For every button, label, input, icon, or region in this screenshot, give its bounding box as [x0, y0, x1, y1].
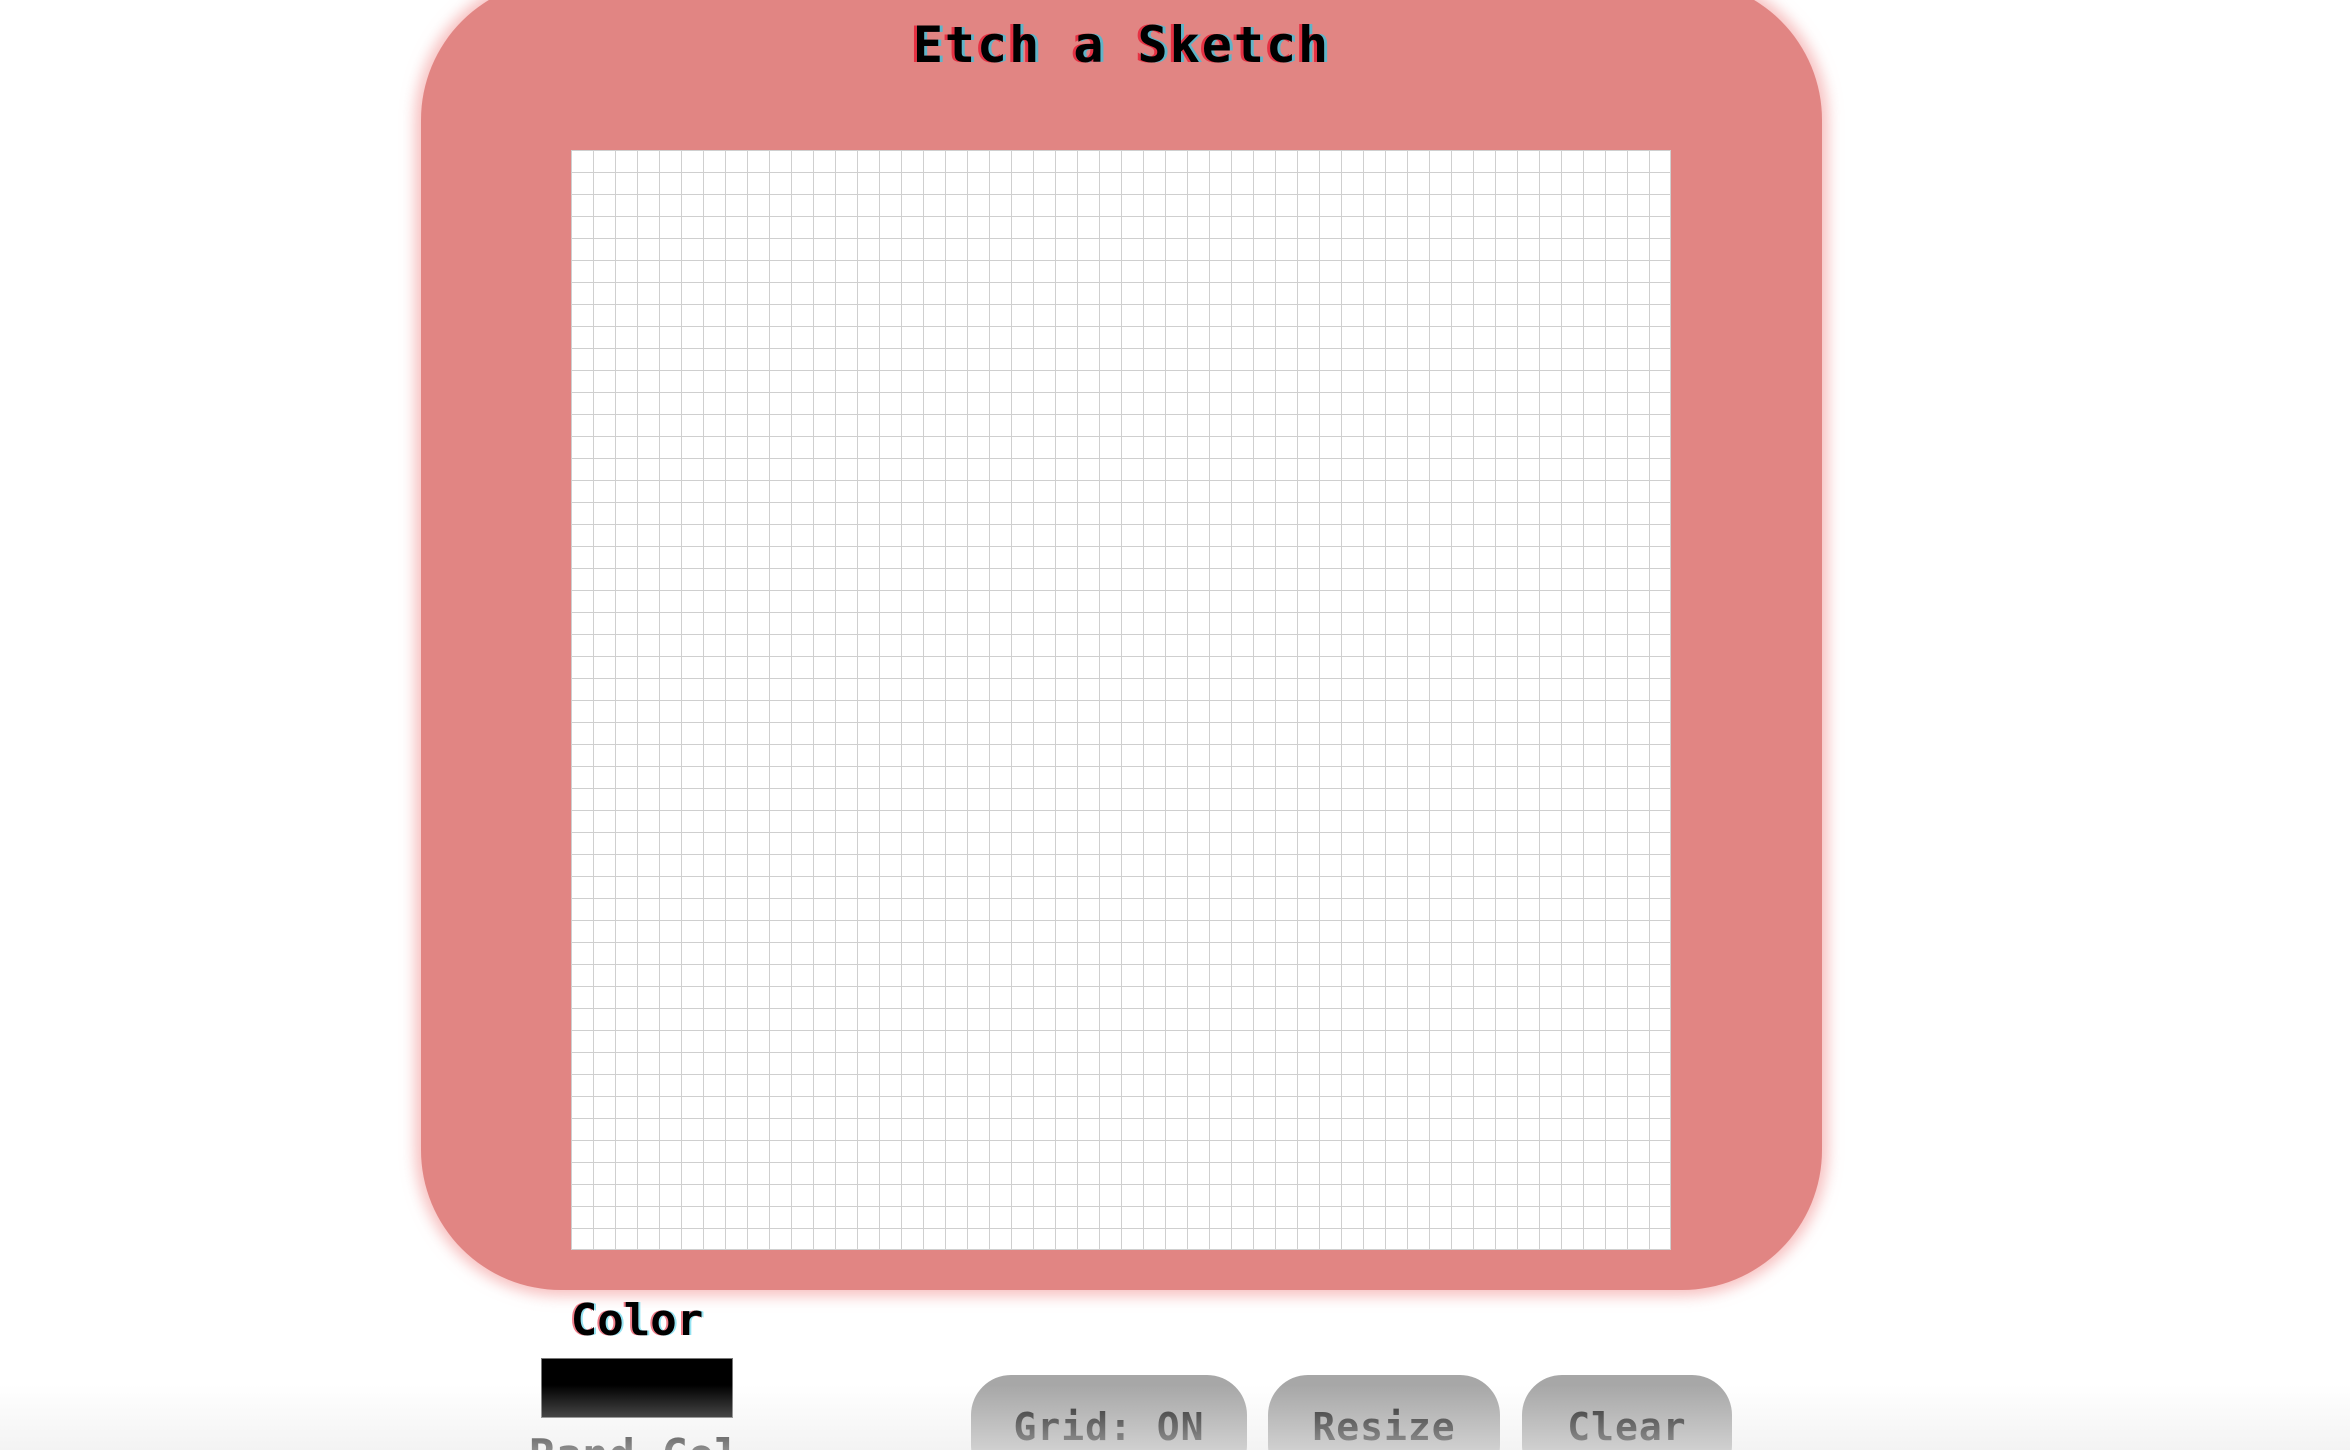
- drawing-grid[interactable]: [571, 150, 1671, 1250]
- resize-button[interactable]: Resize: [1268, 1375, 1500, 1450]
- page: Etch a Sketch Color Rand Col Grid: ON Re…: [0, 0, 2350, 1450]
- grid-toggle-button[interactable]: Grid: ON: [971, 1375, 1247, 1450]
- color-label: Color: [570, 1295, 704, 1346]
- clear-button[interactable]: Clear: [1522, 1375, 1732, 1450]
- app-title: Etch a Sketch: [912, 16, 1331, 74]
- color-picker[interactable]: [541, 1358, 733, 1418]
- random-color-label[interactable]: Rand Col: [500, 1430, 770, 1450]
